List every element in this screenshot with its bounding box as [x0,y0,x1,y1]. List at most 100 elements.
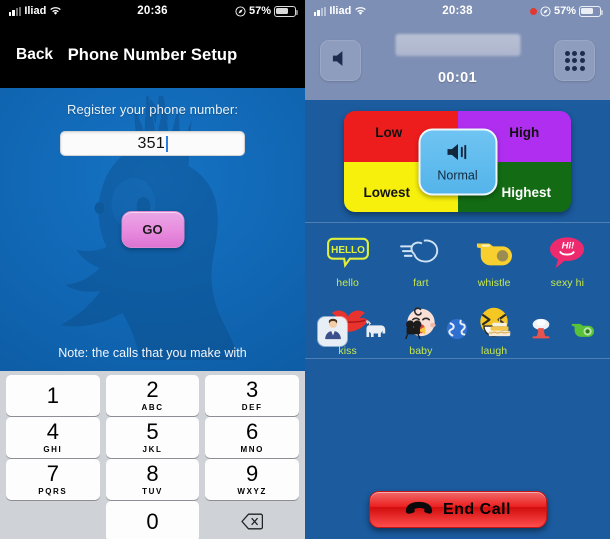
keypad-grid-icon [564,50,585,71]
location-arrow-icon [235,5,246,17]
keypad-toggle-button[interactable] [554,40,595,81]
battery-percent: 57% [248,5,271,17]
category-person[interactable] [318,317,348,346]
svg-text:HELLO: HELLO [331,245,365,256]
battery-icon [274,5,299,17]
keypad-row: 1 2 ABC 3 DEF [3,375,302,416]
key-9[interactable]: 9 WXYZ [205,459,300,500]
battery-icon [579,5,604,17]
key-backspace[interactable] [205,501,299,539]
category-explosion[interactable] [526,317,555,346]
key-letters: JKL [142,445,163,454]
whistle-green-icon [569,319,595,345]
hello-bubble-icon: HELLO [325,234,371,272]
keypad-row: 7 PQRS 8 TUV 9 WXYZ [3,459,302,500]
key-3[interactable]: 3 DEF [205,375,300,416]
right-status-bar: Iliad 20:38 57% [305,0,610,22]
cake-icon [487,317,512,346]
key-7[interactable]: 7 PQRS [6,459,100,500]
category-cake[interactable] [485,317,514,346]
battery-percent: 57% [553,5,576,17]
key-letters: TUV [142,487,163,496]
volume-lowest-label: Lowest [363,185,410,201]
register-label: Register your phone number: [66,102,239,117]
numeric-keypad: 1 2 ABC 3 DEF 4 GHI 5 JKL 6 MNO 7 PQRS 8… [0,371,305,539]
page-title: Phone Number Setup [67,45,238,64]
call-body: Low High Lowest Highest Normal HELLO hel… [305,111,610,539]
key-1[interactable]: 1 [6,375,100,416]
recording-dot-icon [529,7,537,15]
key-8[interactable]: 8 TUV [105,459,200,500]
category-globe[interactable] [443,317,472,346]
key-number: 5 [146,419,159,444]
phone-hangup-icon [404,500,434,520]
note-text: Note: the calls that you make with [58,346,247,360]
call-header: 00:01 [305,22,610,100]
text-caret [166,135,168,152]
volume-quadrant-panel: Low High Lowest Highest Normal [344,111,571,212]
key-letters: PQRS [38,487,68,496]
key-number: 8 [146,461,159,486]
volume-highest-label: Highest [501,185,551,201]
volume-normal-button[interactable]: Normal [418,128,497,195]
key-0[interactable]: 0 [105,501,200,539]
sound-whistle[interactable]: whistle [458,234,531,289]
location-arrow-icon [540,5,551,17]
key-letters: GHI [43,445,63,454]
volume-high-label: High [509,124,540,140]
person-icon [321,317,345,346]
sound-label: fart [413,277,429,289]
key-number: 0 [146,508,159,534]
key-number: 1 [46,382,59,408]
toolbar-divider [305,358,610,359]
key-2[interactable]: 2 ABC [105,375,200,416]
left-status-bar: Iliad 20:36 57% [0,0,305,22]
sound-label: whistle [477,277,511,289]
dual-screenshot-stage: Iliad 20:36 57% Back Phone Number Setup [0,0,610,539]
backspace-icon [241,513,264,530]
keypad-row: 4 GHI 5 JKL 6 MNO [3,417,302,458]
sound-row: HELLO hello fart whistle Hi! sexy hi [311,234,604,289]
key-number: 4 [46,419,59,444]
svg-text:Hi!: Hi! [562,240,575,251]
sound-fart[interactable]: fart [384,234,457,289]
category-movie-camera[interactable] [401,317,430,346]
category-goat[interactable] [360,317,389,346]
category-toolbar [305,311,610,352]
key-5[interactable]: 5 JKL [105,417,200,458]
keypad-row: 0 [3,501,302,539]
fart-puff-icon [398,234,444,272]
movie-camera-icon [403,317,428,346]
key-letters: WXYZ [237,487,267,496]
sexy-hi-bubble-icon: Hi! [544,234,590,272]
key-number: 3 [246,377,259,402]
key-4[interactable]: 4 GHI [6,417,100,458]
go-button[interactable]: GO [121,211,184,248]
key-number: 2 [146,377,159,402]
left-nav-bar: Back Phone Number Setup [0,22,305,88]
sound-sexy-hi[interactable]: Hi! sexy hi [531,234,604,289]
sound-label: hello [336,277,359,289]
caller-name-redacted [395,34,520,56]
status-right-group: 57% [529,5,604,17]
speaker-wave-icon [444,141,471,167]
end-call-label: End Call [442,500,511,518]
volume-low-label: Low [375,124,403,140]
key-number: 6 [246,419,259,444]
key-blank [6,501,100,539]
category-whistle-green[interactable] [568,317,597,346]
key-number: 7 [46,461,59,486]
key-letters: ABC [141,403,164,412]
registration-body: Register your phone number: 351 GO Note:… [0,88,305,539]
volume-normal-label: Normal [437,168,478,182]
left-phone-screen: Iliad 20:36 57% Back Phone Number Setup [0,0,305,539]
phone-number-value: 351 [137,134,166,152]
key-letters: MNO [240,445,264,454]
sound-hello[interactable]: HELLO hello [311,234,384,289]
phone-number-input[interactable]: 351 [60,131,245,156]
explosion-icon [529,317,553,346]
end-call-button[interactable]: End Call [368,491,547,528]
key-6[interactable]: 6 MNO [205,417,300,458]
key-number: 9 [246,461,259,486]
status-right-group: 57% [235,5,299,17]
